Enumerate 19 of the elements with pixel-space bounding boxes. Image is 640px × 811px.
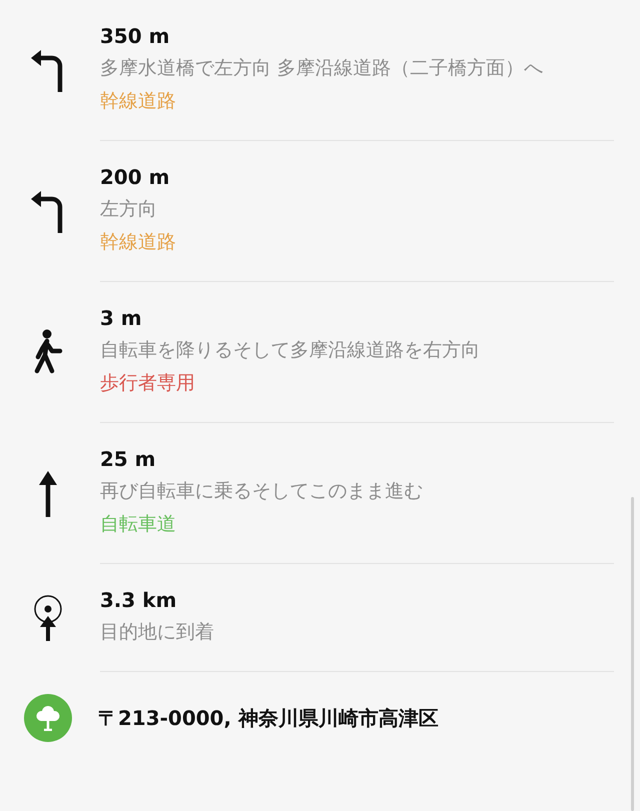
step-distance: 25 m	[100, 446, 157, 473]
destination-address: 〒213-0000, 神奈川県川崎市高津区	[98, 704, 438, 732]
step-distance: 350 m	[100, 23, 171, 50]
step-instruction: 目的地に到着	[100, 620, 215, 645]
step-distance: 200 m	[100, 164, 171, 191]
tree-icon	[36, 705, 60, 731]
step-instruction: 多摩水道橋で左方向 多摩沿線道路（二子橋方面）へ	[100, 56, 544, 81]
step-distance: 3 m	[100, 305, 143, 332]
step-instruction: 左方向	[100, 197, 158, 222]
road-type: 幹線道路	[100, 230, 177, 255]
road-type: 幹線道路	[100, 89, 177, 114]
step-distance: 3.3 km	[100, 587, 178, 614]
step-instruction: 自転車を降りるそして多摩沿線道路を右方向	[100, 338, 481, 363]
scrollbar[interactable]	[631, 497, 634, 811]
step-instruction: 再び自転車に乗るそしてこのまま進む	[100, 479, 424, 504]
road-type: 歩行者専用	[100, 371, 196, 396]
destination-icon	[32, 595, 64, 641]
arrow-up-icon	[38, 470, 58, 516]
road-type: 自転車道	[100, 512, 177, 537]
